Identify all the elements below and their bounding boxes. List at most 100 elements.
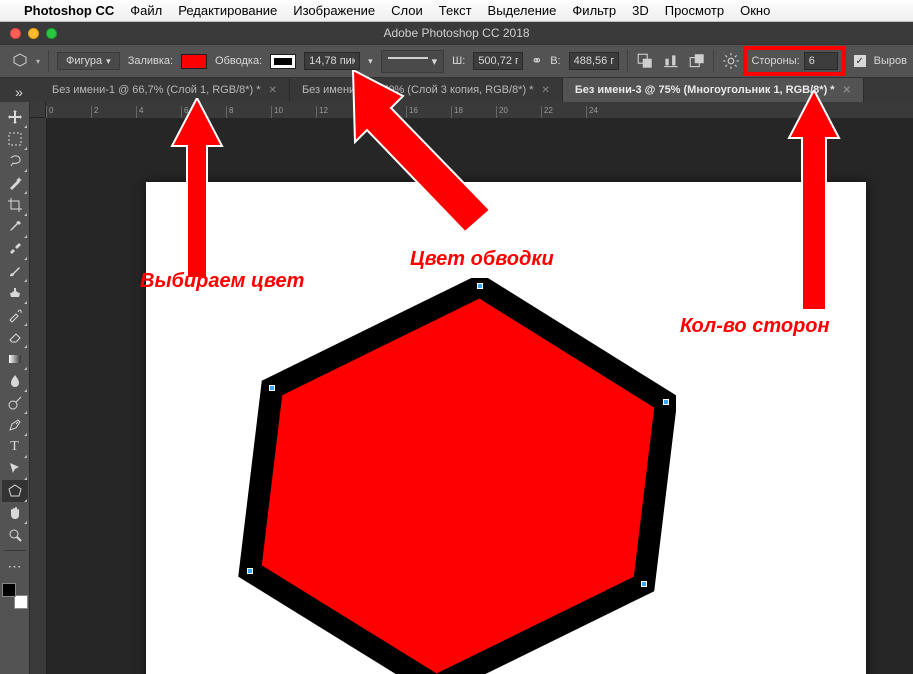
close-tab-icon[interactable]: ✕ bbox=[269, 85, 277, 96]
menu-layers[interactable]: Слои bbox=[391, 3, 423, 18]
menu-edit[interactable]: Редактирование bbox=[178, 3, 277, 18]
link-wh-icon[interactable]: ⚭ bbox=[531, 53, 542, 69]
zoom-tool[interactable] bbox=[2, 524, 28, 546]
stroke-style-preview-icon bbox=[388, 57, 428, 66]
annotation-text-sides: Кол-во сторон bbox=[680, 315, 830, 338]
align-edges-checkbox[interactable]: ✓ bbox=[854, 55, 866, 67]
align-edges-label: Выров bbox=[874, 55, 907, 67]
ruler-mark: 0 bbox=[46, 106, 91, 118]
menu-filter[interactable]: Фильтр bbox=[572, 3, 616, 18]
healing-brush-tool[interactable] bbox=[2, 238, 28, 260]
height-label: В: bbox=[550, 55, 560, 67]
pen-tool[interactable] bbox=[2, 414, 28, 436]
eyedropper-tool[interactable] bbox=[2, 216, 28, 238]
polygon-shape-tool[interactable] bbox=[2, 480, 28, 502]
foreground-background-colors[interactable] bbox=[2, 583, 28, 609]
blur-tool[interactable] bbox=[2, 370, 28, 392]
mac-menu-bar: Photoshop CC Файл Редактирование Изображ… bbox=[0, 0, 913, 22]
marquee-tool[interactable] bbox=[2, 128, 28, 150]
shape-mode-label: Фигура bbox=[66, 55, 102, 67]
tool-divider bbox=[4, 550, 26, 551]
stroke-width-chevron-icon[interactable]: ▾ bbox=[368, 56, 373, 67]
history-brush-tool[interactable] bbox=[2, 304, 28, 326]
menu-file[interactable]: Файл bbox=[130, 3, 162, 18]
ruler-mark: 10 bbox=[271, 106, 316, 118]
type-tool[interactable]: T bbox=[2, 436, 28, 458]
expand-tabs-icon[interactable]: » bbox=[6, 81, 32, 103]
stroke-width-input[interactable] bbox=[304, 52, 360, 70]
brush-tool[interactable] bbox=[2, 260, 28, 282]
traffic-lights bbox=[0, 28, 57, 39]
fill-label: Заливка: bbox=[128, 55, 173, 67]
sides-input[interactable] bbox=[804, 52, 838, 70]
annotation-arrow-stroke bbox=[335, 70, 495, 260]
menu-image[interactable]: Изображение bbox=[293, 3, 375, 18]
sides-label: Стороны: bbox=[751, 55, 799, 67]
window-title: Adobe Photoshop CC 2018 bbox=[0, 26, 913, 40]
transform-handle[interactable] bbox=[477, 283, 483, 289]
app-name[interactable]: Photoshop CC bbox=[24, 3, 114, 18]
shape-mode-dropdown[interactable]: Фигура ▾ bbox=[57, 52, 120, 70]
ruler-mark: 8 bbox=[226, 106, 271, 118]
path-arrangement-icon[interactable] bbox=[688, 53, 706, 69]
window-titlebar: Adobe Photoshop CC 2018 bbox=[0, 22, 913, 44]
magic-wand-tool[interactable] bbox=[2, 172, 28, 194]
separator bbox=[48, 50, 49, 72]
transform-handle[interactable] bbox=[269, 385, 275, 391]
move-tool[interactable] bbox=[2, 106, 28, 128]
menu-select[interactable]: Выделение bbox=[488, 3, 557, 18]
ruler-mark: 2 bbox=[91, 106, 136, 118]
path-alignment-icon[interactable] bbox=[662, 53, 680, 69]
lasso-tool[interactable] bbox=[2, 150, 28, 172]
transform-handle[interactable] bbox=[641, 581, 647, 587]
path-selection-tool[interactable] bbox=[2, 458, 28, 480]
height-input[interactable] bbox=[569, 52, 619, 70]
transform-handle[interactable] bbox=[247, 568, 253, 574]
annotation-text-fill: Выбираем цвет bbox=[140, 270, 304, 293]
ruler-mark: 20 bbox=[496, 106, 541, 118]
dodge-tool[interactable] bbox=[2, 392, 28, 414]
path-operations-icon[interactable] bbox=[636, 53, 654, 69]
close-tab-icon[interactable]: ✕ bbox=[541, 85, 549, 96]
annotation-arrow-sides bbox=[784, 90, 844, 310]
hexagon-shape[interactable] bbox=[236, 278, 676, 674]
tab-label: Без имени-1 @ 66,7% (Слой 1, RGB/8*) * bbox=[52, 84, 261, 96]
foreground-color-swatch[interactable] bbox=[2, 583, 16, 597]
document-tab[interactable]: Без имени-1 @ 66,7% (Слой 1, RGB/8*) * ✕ bbox=[40, 78, 290, 102]
ruler-mark: 24 bbox=[586, 106, 631, 118]
sides-group-highlighted: Стороны: bbox=[743, 46, 845, 76]
clone-stamp-tool[interactable] bbox=[2, 282, 28, 304]
transform-handle[interactable] bbox=[663, 399, 669, 405]
ruler-origin[interactable] bbox=[30, 102, 46, 118]
separator bbox=[713, 50, 714, 72]
gear-options-icon[interactable] bbox=[722, 53, 740, 69]
close-window-button[interactable] bbox=[10, 28, 21, 39]
width-input[interactable] bbox=[473, 52, 523, 70]
stroke-label: Обводка: bbox=[215, 55, 262, 67]
annotation-text-stroke: Цвет обводки bbox=[410, 248, 554, 271]
menu-3d[interactable]: 3D bbox=[632, 3, 649, 18]
hand-tool[interactable] bbox=[2, 502, 28, 524]
eraser-tool[interactable] bbox=[2, 326, 28, 348]
edit-toolbar-icon[interactable]: ⋯ bbox=[2, 555, 28, 577]
stroke-color-swatch[interactable] bbox=[270, 54, 296, 69]
menu-view[interactable]: Просмотр bbox=[665, 3, 724, 18]
separator bbox=[627, 50, 628, 72]
toolbox: T ⋯ bbox=[0, 102, 30, 674]
width-label: Ш: bbox=[452, 55, 465, 67]
background-color-swatch[interactable] bbox=[14, 595, 28, 609]
polygon-tool-icon[interactable] bbox=[12, 52, 28, 71]
fill-color-swatch[interactable] bbox=[181, 54, 207, 69]
chevron-down-icon: ▾ bbox=[106, 56, 111, 67]
gradient-tool[interactable] bbox=[2, 348, 28, 370]
maximize-window-button[interactable] bbox=[46, 28, 57, 39]
menu-window[interactable]: Окно bbox=[740, 3, 770, 18]
tool-preset-chevron-icon[interactable]: ▾ bbox=[36, 57, 40, 66]
menu-text[interactable]: Текст bbox=[439, 3, 472, 18]
crop-tool[interactable] bbox=[2, 194, 28, 216]
annotation-arrow-fill bbox=[167, 98, 227, 278]
minimize-window-button[interactable] bbox=[28, 28, 39, 39]
ruler-mark: 22 bbox=[541, 106, 586, 118]
vertical-ruler[interactable] bbox=[30, 118, 46, 674]
hexagon-path bbox=[250, 286, 666, 674]
